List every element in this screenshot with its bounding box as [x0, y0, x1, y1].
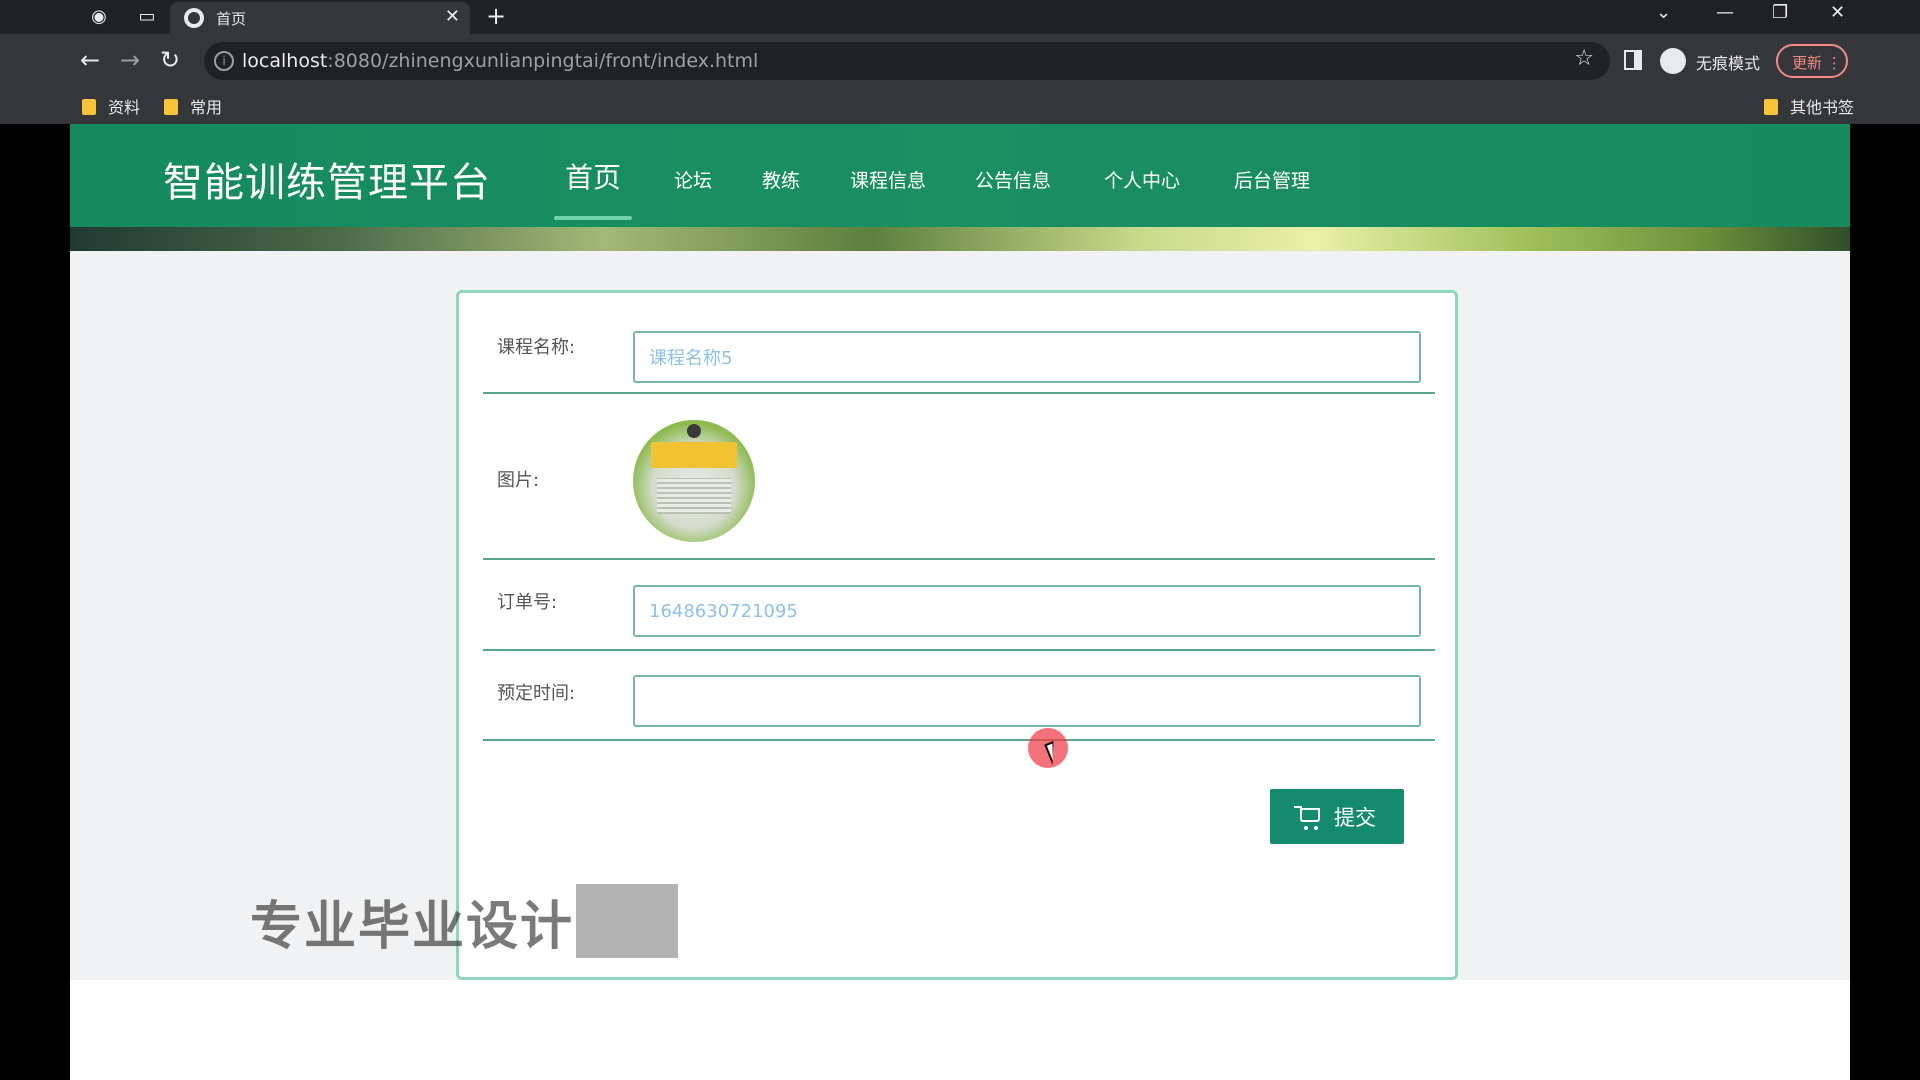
form-row-course-name: 课程名称: [483, 317, 1435, 394]
booking-time-input[interactable] [633, 675, 1421, 727]
bookmark-folder-ziliao[interactable]: 资料 [82, 94, 140, 118]
course-name-input[interactable] [633, 331, 1421, 383]
side-panel-icon[interactable] [1624, 50, 1642, 70]
cart-icon [1294, 806, 1320, 830]
active-nav-indicator [554, 216, 632, 220]
bookmark-star-icon[interactable]: ☆ [1574, 46, 1594, 71]
page-footer-area [70, 980, 1850, 1080]
site-title: 智能训练管理平台 [163, 160, 491, 206]
nav-item-course-info[interactable]: 课程信息 [850, 166, 926, 193]
course-image [633, 420, 755, 542]
incognito-label: 无痕模式 [1696, 54, 1761, 73]
nav-item-announcements[interactable]: 公告信息 [975, 166, 1051, 193]
form-row-image: 图片: [483, 394, 1435, 560]
course-image-banner [651, 442, 737, 468]
nav-item-coach[interactable]: 教练 [762, 166, 800, 193]
course-image-text [657, 478, 731, 514]
back-icon[interactable]: ← [80, 46, 100, 74]
tab-search-icon[interactable]: ⌄ [1656, 2, 1671, 23]
image-label: 图片: [497, 470, 540, 491]
close-tab-icon[interactable]: ✕ [445, 6, 460, 27]
course-image-figure [687, 424, 701, 438]
url-text[interactable]: localhost:8080/zhinengxunlianpingtai/fro… [242, 50, 758, 72]
site-info-icon[interactable]: i [214, 51, 234, 71]
booking-form-card: 课程名称: 图片: 订单号: 预定时间: 提交 [456, 290, 1458, 980]
browser-tab-strip: ◉ ▭ 首页 ✕ + ⌄ — ❐ ✕ [0, 0, 1920, 34]
folder-icon [1764, 99, 1778, 115]
folder-icon [82, 99, 96, 115]
site-header: 智能训练管理平台 首页 论坛 教练 课程信息 公告信息 个人中心 后台管理 [70, 124, 1850, 227]
course-name-label: 课程名称: [497, 337, 576, 358]
incognito-icon[interactable] [1660, 48, 1686, 74]
bookmark-folder-other[interactable]: 其他书签 [1764, 94, 1854, 118]
banner-strip [70, 227, 1850, 251]
bookmarks-bar: 资料 常用 其他书签 [0, 88, 1920, 124]
order-number-label: 订单号: [497, 592, 558, 613]
submit-label: 提交 [1334, 807, 1376, 830]
form-row-order-number: 订单号: [483, 560, 1435, 651]
nav-item-admin[interactable]: 后台管理 [1234, 166, 1310, 193]
window-close-icon[interactable]: ✕ [1830, 2, 1845, 23]
submit-button[interactable]: 提交 [1270, 789, 1404, 844]
blurred-watermark-region [576, 884, 678, 958]
address-bar[interactable]: i localhost:8080/zhinengxunlianpingtai/f… [204, 42, 1610, 80]
globe-icon[interactable]: ◉ [88, 6, 110, 28]
order-number-input[interactable] [633, 585, 1421, 637]
tab-favicon-icon [184, 8, 204, 28]
restore-icon[interactable]: ❐ [1772, 2, 1788, 23]
browser-tab-home[interactable]: 首页 ✕ [170, 2, 470, 34]
form-row-booking-time: 预定时间: [483, 651, 1435, 741]
watermark-text: 专业毕业设计 [250, 897, 575, 957]
folder-icon [164, 99, 178, 115]
nav-item-home[interactable]: 首页 [565, 156, 621, 196]
booking-time-label: 预定时间: [497, 683, 576, 704]
forward-icon[interactable]: → [120, 46, 140, 74]
update-button[interactable]: 更新 ⋮ [1776, 44, 1848, 78]
nav-item-personal-center[interactable]: 个人中心 [1104, 166, 1180, 193]
bookmark-folder-changyong[interactable]: 常用 [164, 94, 222, 118]
browser-toolbar: ← → ↻ i localhost:8080/zhinengxunlianpin… [0, 34, 1920, 88]
tab-overview-icon[interactable]: ▭ [136, 6, 158, 28]
minimize-icon[interactable]: — [1716, 2, 1734, 23]
tab-title: 首页 [216, 10, 247, 28]
nav-item-forum[interactable]: 论坛 [674, 166, 712, 193]
new-tab-icon[interactable]: + [486, 2, 506, 30]
reload-icon[interactable]: ↻ [160, 46, 180, 74]
